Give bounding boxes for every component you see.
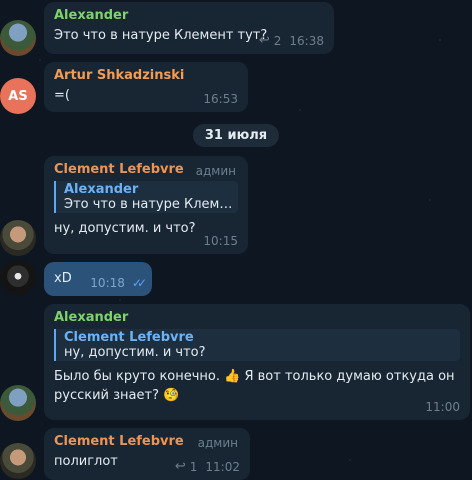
message-meta: ↩ 2 16:38 (259, 33, 324, 48)
quote-text: Это что в натуре Клемент... (64, 197, 238, 212)
reply-quote[interactable]: Alexander Это что в натуре Клемент... (54, 181, 238, 213)
message-time: 16:53 (203, 92, 238, 106)
message-time: 16:38 (289, 33, 324, 48)
message-bubble[interactable]: Clement Lefebvre админ Alexander Это что… (44, 156, 248, 254)
avatar[interactable] (0, 220, 36, 256)
avatar[interactable]: AS (0, 78, 36, 114)
quote-text: ну, допустим. и что? (64, 345, 206, 360)
avatar-initials: AS (8, 88, 28, 104)
avatar[interactable] (0, 443, 36, 479)
sender-name[interactable]: Alexander (54, 310, 460, 325)
message-meta: 10:18 ✓✓ (90, 276, 147, 290)
sender-name[interactable]: Artur Shkadzinski (54, 68, 238, 83)
message-bubble-outgoing[interactable]: xD 10:18 ✓✓ (44, 262, 152, 296)
reply-icon[interactable]: ↩ (175, 459, 186, 474)
quote-sender: Clement Lefebvre (64, 330, 194, 345)
date-separator: 31 июля (192, 124, 280, 147)
reply-count[interactable]: 1 (190, 460, 198, 474)
avatar[interactable] (0, 385, 36, 421)
message-bubble[interactable]: Alexander Clement Lefebvre ну, допустим.… (44, 304, 470, 420)
message-bubble[interactable]: Artur Shkadzinski =( 16:53 (44, 62, 248, 112)
message-time: 11:00 (425, 400, 460, 414)
message-text-line: Было бы круто конечно. 👍 Я вот только ду… (54, 369, 455, 384)
double-check-icon: ✓✓ (131, 276, 147, 290)
message-bubble[interactable]: Alexander Это что в натуре Клемент тут? … (44, 2, 334, 54)
message-bubble[interactable]: Clement Lefebvre админ полиглот ↩ 1 11:0… (44, 428, 250, 480)
message-time: 10:15 (203, 234, 238, 248)
admin-badge: админ (197, 436, 238, 450)
avatar[interactable] (0, 260, 36, 296)
message-meta: 10:15 (203, 234, 238, 248)
reply-count[interactable]: 2 (274, 34, 282, 48)
sender-name[interactable]: Alexander (54, 8, 324, 23)
message-time: 10:18 (90, 276, 125, 290)
avatar[interactable] (0, 20, 36, 56)
message-meta: 11:00 (425, 400, 460, 414)
quote-sender: Alexander (64, 182, 139, 197)
admin-badge: админ (195, 164, 236, 178)
message-meta: 16:53 (203, 92, 238, 106)
message-meta: ↩ 1 11:02 (175, 459, 240, 474)
message-time: 11:02 (205, 459, 240, 474)
message-text-line: русский знает? 🧐 (54, 388, 180, 403)
reply-quote[interactable]: Clement Lefebvre ну, допустим. и что? (54, 329, 460, 361)
reply-icon[interactable]: ↩ (259, 33, 270, 48)
